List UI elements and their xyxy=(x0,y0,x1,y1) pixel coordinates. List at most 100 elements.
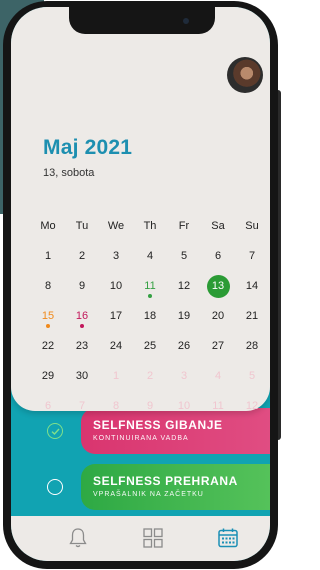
day-number: 6 xyxy=(214,250,222,262)
weekday-label: Tu xyxy=(75,220,89,232)
weekday-label: Fr xyxy=(178,220,190,232)
day-number: 1 xyxy=(112,370,120,382)
day-number: 4 xyxy=(146,250,154,262)
event-dot xyxy=(46,324,50,328)
day-cell[interactable]: 11 xyxy=(133,271,167,301)
day-number: 2 xyxy=(146,370,154,382)
day-number: 29 xyxy=(41,370,55,382)
day-number: 10 xyxy=(109,280,123,292)
day-cell[interactable]: 10 xyxy=(167,391,201,421)
day-cell[interactable]: 27 xyxy=(201,331,235,361)
calendar-icon[interactable] xyxy=(216,526,240,550)
day-cell[interactable]: 30 xyxy=(65,361,99,391)
day-number: 28 xyxy=(245,340,259,352)
day-number: 2 xyxy=(78,250,86,262)
task-completed-check-icon[interactable] xyxy=(47,423,63,439)
day-cell[interactable]: 3 xyxy=(167,361,201,391)
day-number: 8 xyxy=(44,280,52,292)
day-cell[interactable]: 1 xyxy=(31,241,65,271)
day-cell[interactable]: 18 xyxy=(133,301,167,331)
day-number: 9 xyxy=(78,280,86,292)
day-number: 23 xyxy=(75,340,89,352)
day-cell[interactable]: 15 xyxy=(31,301,65,331)
day-cell[interactable]: 6 xyxy=(201,241,235,271)
task-card-prehrana[interactable]: SELFNESS PREHRANA VPRAŠALNIK NA ZAČETKU xyxy=(81,464,270,510)
day-number: 8 xyxy=(112,400,120,412)
day-cell[interactable]: 2 xyxy=(133,361,167,391)
day-number: 17 xyxy=(109,310,123,322)
day-cell[interactable]: 7 xyxy=(65,391,99,421)
day-number: 25 xyxy=(143,340,157,352)
task-subtitle: VPRAŠALNIK NA ZAČETKU xyxy=(93,491,204,498)
day-cell[interactable]: 4 xyxy=(201,361,235,391)
day-number: 1 xyxy=(44,250,52,262)
day-cell[interactable]: 16 xyxy=(65,301,99,331)
task-subtitle: KONTINUIRANA VADBA xyxy=(93,435,189,442)
day-cell[interactable]: 5 xyxy=(167,241,201,271)
day-number: 10 xyxy=(177,400,191,412)
day-number: 30 xyxy=(75,370,89,382)
day-number: 7 xyxy=(78,400,86,412)
day-number: 22 xyxy=(41,340,55,352)
weekday-label: We xyxy=(107,220,125,232)
day-cell[interactable]: 12 xyxy=(167,271,201,301)
day-cell[interactable]: 10 xyxy=(99,271,133,301)
day-number: 18 xyxy=(143,310,157,322)
weekday-label: Su xyxy=(245,220,259,232)
day-number: 16 xyxy=(75,310,89,322)
day-cell[interactable]: 22 xyxy=(31,331,65,361)
day-cell[interactable]: 8 xyxy=(31,271,65,301)
task-pending-circle-icon[interactable] xyxy=(47,479,63,495)
day-cell[interactable]: 21 xyxy=(235,301,269,331)
avatar[interactable] xyxy=(227,57,263,93)
day-cell[interactable]: 29 xyxy=(31,361,65,391)
day-cell[interactable]: 23 xyxy=(65,331,99,361)
date-subtitle: 13, sobota xyxy=(43,167,95,179)
day-cell[interactable]: 11 xyxy=(201,391,235,421)
day-cell[interactable]: 4 xyxy=(133,241,167,271)
day-cell[interactable]: 7 xyxy=(235,241,269,271)
day-number: 26 xyxy=(177,340,191,352)
day-cell[interactable]: 6 xyxy=(31,391,65,421)
day-cell[interactable]: 26 xyxy=(167,331,201,361)
day-cell[interactable]: 28 xyxy=(235,331,269,361)
day-cell[interactable]: 8 xyxy=(99,391,133,421)
day-number: 27 xyxy=(211,340,225,352)
day-cell[interactable]: 14 xyxy=(235,271,269,301)
day-number: 20 xyxy=(211,310,225,322)
calendar-panel: Maj 2021 13, sobota Mo Tu We Th Fr Sa Su 1 2 3 4 5 6… xyxy=(11,7,270,412)
day-number: 15 xyxy=(41,310,55,322)
day-cell[interactable]: 3 xyxy=(99,241,133,271)
grid-icon[interactable] xyxy=(141,526,165,550)
day-cell[interactable]: 20 xyxy=(201,301,235,331)
calendar-grid: Mo Tu We Th Fr Sa Su 1 2 3 4 5 6 7 8 9 10 11 12 13 14 15 16 17 1… xyxy=(31,211,269,421)
event-dot xyxy=(148,294,152,298)
day-cell[interactable]: 5 xyxy=(235,361,269,391)
day-cell[interactable]: 19 xyxy=(167,301,201,331)
day-cell[interactable]: 24 xyxy=(99,331,133,361)
phone-notch xyxy=(69,7,215,34)
day-number: 13 xyxy=(206,274,230,298)
day-cell[interactable]: 25 xyxy=(133,331,167,361)
day-number: 9 xyxy=(146,400,154,412)
bottom-nav xyxy=(11,516,270,561)
day-cell[interactable]: 2 xyxy=(65,241,99,271)
day-cell[interactable]: 12 xyxy=(235,391,269,421)
app-screen: Maj 2021 13, sobota Mo Tu We Th Fr Sa Su 1 2 3 4 5 6… xyxy=(11,7,270,561)
day-number: 3 xyxy=(180,370,188,382)
day-cell[interactable]: 9 xyxy=(133,391,167,421)
bell-icon[interactable] xyxy=(66,526,90,550)
event-dot xyxy=(80,324,84,328)
day-number: 19 xyxy=(177,310,191,322)
day-cell-selected[interactable]: 13 xyxy=(201,271,235,301)
checkmark-icon xyxy=(51,428,60,435)
day-number: 12 xyxy=(245,400,259,412)
day-cell[interactable]: 1 xyxy=(99,361,133,391)
day-number: 24 xyxy=(109,340,123,352)
day-cell[interactable]: 17 xyxy=(99,301,133,331)
day-cell[interactable]: 9 xyxy=(65,271,99,301)
weekday-label: Mo xyxy=(40,220,56,232)
day-number: 7 xyxy=(248,250,256,262)
phone-frame: Maj 2021 13, sobota Mo Tu We Th Fr Sa Su 1 2 3 4 5 6… xyxy=(3,1,278,569)
day-number: 4 xyxy=(214,370,222,382)
